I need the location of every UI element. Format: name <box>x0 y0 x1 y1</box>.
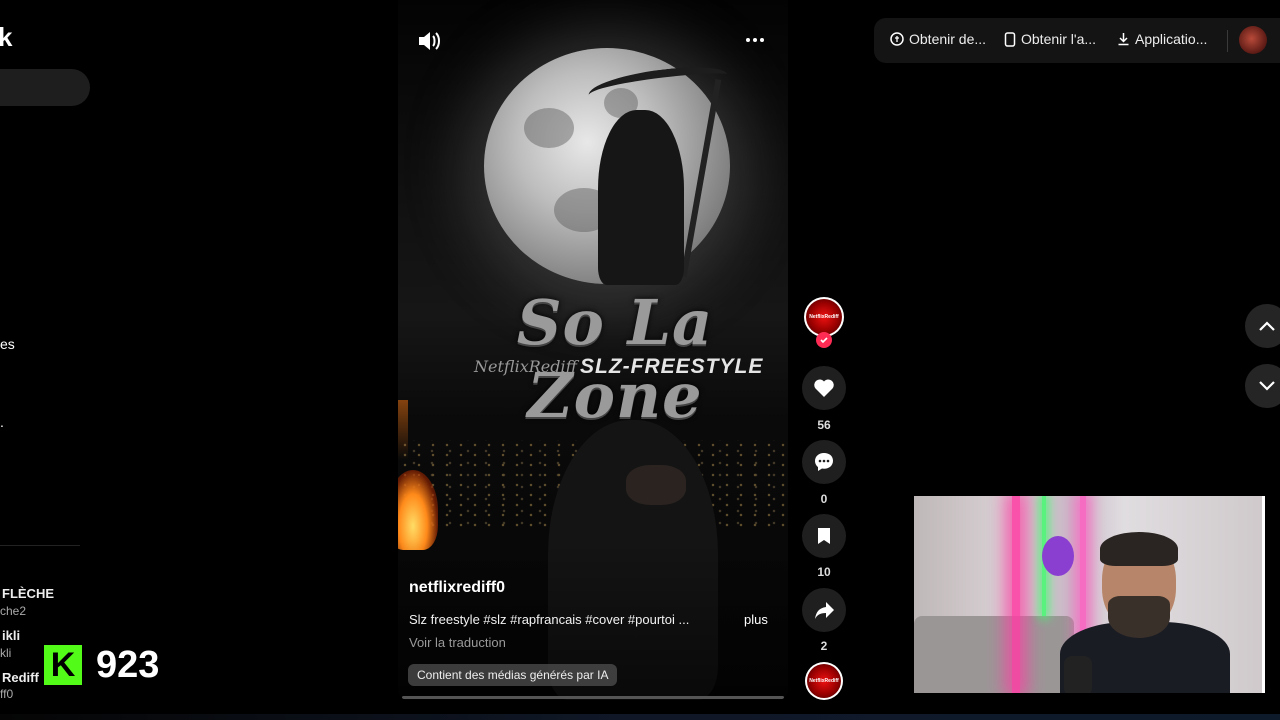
streamer-beard <box>1108 596 1170 638</box>
following-account-handle[interactable]: ff0 <box>0 687 13 701</box>
following-account-handle[interactable]: che2 <box>0 604 26 618</box>
share-icon <box>815 602 834 619</box>
sidebar-item-fragment[interactable]: . <box>0 414 4 430</box>
coin-icon <box>890 32 904 46</box>
get-app-label: Obtenir l'a... <box>1021 31 1097 47</box>
bookmark-icon <box>818 528 830 544</box>
speaker-icon[interactable] <box>416 28 442 54</box>
creator-avatar[interactable]: NetflixRediff <box>804 297 844 337</box>
bottom-edge-strip <box>0 714 1280 720</box>
download-app-button[interactable]: Applicatio... <box>1117 31 1207 47</box>
get-app-button[interactable]: Obtenir l'a... <box>1004 31 1096 47</box>
ai-content-badge[interactable]: Contient des médias générés par IA <box>408 664 618 686</box>
profile-avatar[interactable] <box>1239 26 1267 54</box>
streamer-hair <box>1100 532 1178 566</box>
video-author[interactable]: netflixrediff0 <box>409 579 505 597</box>
chevron-up-icon <box>1259 321 1275 331</box>
search-input[interactable] <box>0 69 90 106</box>
caption-more-link[interactable]: plus <box>744 612 768 627</box>
more-dots-icon[interactable] <box>746 30 768 50</box>
previous-video-button[interactable] <box>1245 304 1280 348</box>
reaper-artwork <box>598 110 684 285</box>
watermark-text: NetflixRediff <box>474 357 577 376</box>
artwork-subtitle: SLZ-FREESTYLE <box>580 355 764 378</box>
download-icon <box>1118 33 1129 46</box>
topbar-divider <box>1227 30 1228 52</box>
webcam-overlay <box>914 496 1264 693</box>
sidebar-item-fragment[interactable]: es <box>0 336 15 352</box>
video-caption: Slz freestyle #slz #rapfrancais #cover #… <box>409 612 690 627</box>
get-coins-label: Obtenir de... <box>909 31 987 47</box>
following-account-name[interactable]: ikli <box>2 628 20 643</box>
microphone <box>1064 656 1092 693</box>
like-button[interactable] <box>802 366 846 410</box>
webcam-neon-light <box>1012 496 1020 693</box>
following-account-handle[interactable]: kli <box>0 646 11 660</box>
webcam-border <box>1262 496 1265 693</box>
share-count: 2 <box>820 639 828 653</box>
followed-check-icon[interactable] <box>816 332 832 348</box>
next-video-button[interactable] <box>1245 364 1280 408</box>
webcam-sofa <box>914 616 1074 693</box>
video-progress-bar[interactable] <box>402 696 784 699</box>
download-app-label: Applicatio... <box>1135 31 1208 47</box>
comment-icon <box>815 453 833 471</box>
phone-icon <box>1004 31 1016 47</box>
video-player[interactable]: So La Zone NetflixRediff SLZ-FREESTYLE n… <box>398 0 788 700</box>
bookmark-button[interactable] <box>802 514 846 558</box>
sidebar-divider <box>0 545 80 546</box>
hooded-face-artwork <box>626 465 686 505</box>
following-account-name[interactable]: FLÈCHE <box>2 586 54 601</box>
heart-icon <box>814 379 834 397</box>
app-logo-fragment[interactable]: k <box>0 22 12 53</box>
comment-count: 0 <box>820 492 828 506</box>
viewer-count: 923 <box>96 643 160 686</box>
kick-viewer-badge: K 923 <box>44 642 184 688</box>
webcam-figurine <box>1042 536 1074 576</box>
sound-disc-avatar[interactable]: NetflixRediff <box>805 662 843 700</box>
like-count: 56 <box>817 418 831 432</box>
translate-link[interactable]: Voir la traduction <box>409 635 506 650</box>
bookmark-count: 10 <box>817 565 831 579</box>
following-account-name[interactable]: Rediff <box>2 670 39 685</box>
share-button[interactable] <box>802 588 846 632</box>
comment-button[interactable] <box>802 440 846 484</box>
get-coins-button[interactable]: Obtenir de... <box>890 31 986 47</box>
kick-logo-icon: K <box>44 645 82 685</box>
chevron-down-icon <box>1259 381 1275 391</box>
